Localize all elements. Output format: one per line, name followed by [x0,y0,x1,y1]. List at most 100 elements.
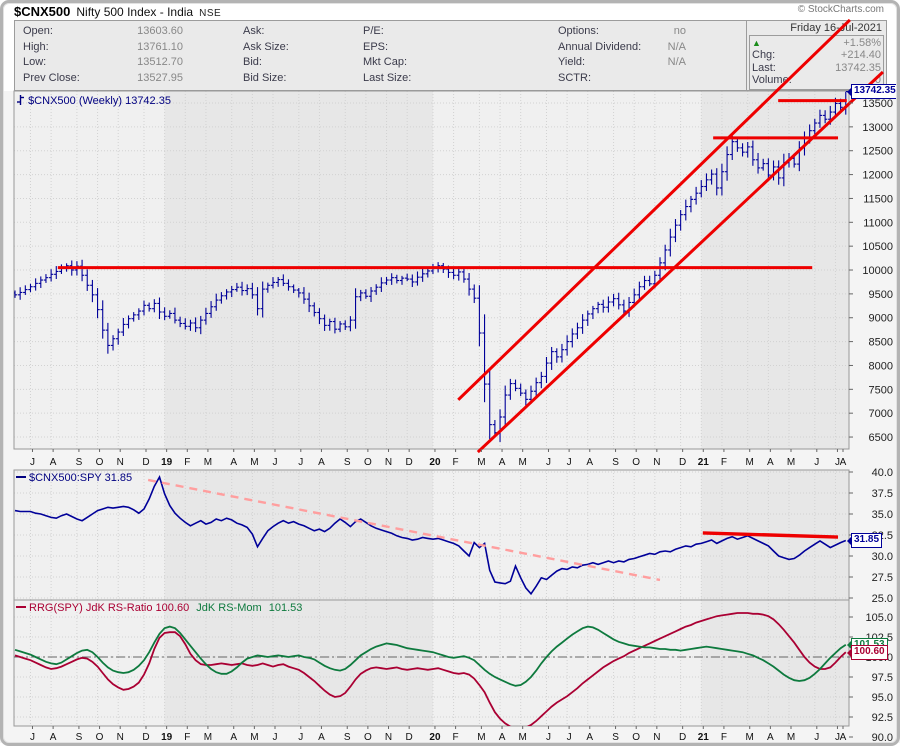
ohlc-icon [16,94,25,106]
month-label: N [653,732,660,743]
quote-label: Prev Close: [23,71,80,87]
y-tick-label: 92.5 [872,712,893,724]
y-tick-label: 9500 [869,289,893,301]
y-tick-label: 11000 [863,217,893,229]
month-label: 19 [161,732,173,743]
month-label: J [273,457,278,468]
line-swatch-icon [16,476,26,478]
month-label: A [50,457,57,468]
y-tick-label: 9000 [869,313,893,325]
stockcharts-chart: $CNX500Nifty 500 Index - IndiaNSE © Stoc… [0,0,900,746]
quote-column: P/E:EPS:Mkt Cap:Last Size: [363,24,513,86]
quote-value: 13761.10 [137,40,183,56]
quote-row: High: 13761.10 [23,40,183,56]
month-label: S [612,732,619,743]
month-label: A [318,457,325,468]
exchange: NSE [199,8,221,19]
month-label: J [835,732,840,743]
y-tick-label: 6500 [869,432,893,444]
month-label: D [142,457,149,468]
month-label: J [567,732,572,743]
quote-value: N/A [668,55,686,71]
month-label: A [499,457,506,468]
y-tick-label: 12000 [862,170,893,182]
ratio-legend: $CNX500:SPY 31.85 [16,472,132,484]
year-band [701,470,849,600]
quote-value: 13603.60 [137,24,183,40]
declining-trendline [148,480,660,580]
quote-panel: Open:13603.60High:13761.10Low:13512.70Pr… [14,20,887,91]
chg-value: +214.40 [841,49,881,61]
y-tick-label: 7500 [869,384,893,396]
quote-row: Yield:N/A [558,55,686,71]
y-tick-label: 30.0 [872,551,893,563]
month-label: 20 [429,457,441,468]
month-label: N [117,457,124,468]
quote-label: Options: [558,24,599,40]
chg-label: Chg: [752,49,775,61]
month-label: 21 [698,457,710,468]
month-label: F [453,732,459,743]
y-tick-label: 10000 [862,265,893,277]
quote-label: P/E: [363,24,384,40]
quote-date: Friday 16-Jul-2021 [747,21,885,35]
rrg-mom-label: JdK RS-Mom [196,602,261,614]
month-label: O [96,457,104,468]
panel-border [14,600,849,726]
month-label: J [30,732,35,743]
month-label: D [406,732,413,743]
x-axis-labels: JJAASSOONNDD1919FFMMAAMMJJJJAASSOONNDD20… [30,449,847,743]
last-price-box: 13742.35 [851,84,899,99]
month-label: 21 [698,732,710,743]
y-tick-label: 90.0 [872,732,893,744]
month-label: A [230,457,237,468]
quote-label: Mkt Cap: [363,55,407,71]
month-label: F [184,457,190,468]
month-label: 20 [429,732,441,743]
annotations [58,20,883,580]
quote-row: Bid Size: [243,71,351,87]
quote-value: 13512.70 [137,55,183,71]
chart-background [0,91,900,743]
quote-label: Annual Dividend: [558,40,641,56]
month-label: D [679,457,686,468]
quote-label: Bid: [243,55,262,71]
month-label: O [96,732,104,743]
volume-label: Volume: [752,74,792,86]
month-label: N [653,457,660,468]
month-label: O [364,732,372,743]
quote-date-block: Friday 16-Jul-2021 ▲+1.58% Chg:+214.40 L… [746,21,885,90]
month-label: A [840,457,847,468]
panel-bg [14,91,849,449]
ratio-resistance-line [703,533,838,537]
month-label: J [835,457,840,468]
y-tick-label: 11500 [863,193,893,205]
month-label: A [767,732,774,743]
y-tick-label: 37.5 [872,488,893,500]
y-tick-label: 8500 [869,337,893,349]
month-label: M [204,732,212,743]
month-label: M [250,457,258,468]
main-legend-label: $CNX500 (Weekly) [28,95,122,107]
month-label: M [477,732,485,743]
month-label: F [453,457,459,468]
quote-row: Mkt Cap: [363,55,513,71]
rrg-ratio-value: 100.60 [156,602,190,614]
rrg-legend: RRG(SPY) JdK RS-Ratio 100.60 JdK RS-Mom … [16,602,302,614]
y-tick-label: 13000 [862,122,893,134]
quote-row: Options:no [558,24,686,40]
y-tick-label: 13500 [862,98,893,110]
month-label: F [721,732,727,743]
y-tick-label: 8000 [869,360,893,372]
month-label: N [385,457,392,468]
rs-ratio-value-box: 100.60 [851,645,888,660]
month-label: M [477,457,485,468]
quote-label: High: [23,40,49,56]
month-label: J [298,732,303,743]
quote-row: EPS: [363,40,513,56]
year-band [165,600,433,726]
month-label: F [184,732,190,743]
quote-label: Ask: [243,24,264,40]
y-tick-label: 35.0 [872,509,893,521]
year-band [701,91,849,449]
